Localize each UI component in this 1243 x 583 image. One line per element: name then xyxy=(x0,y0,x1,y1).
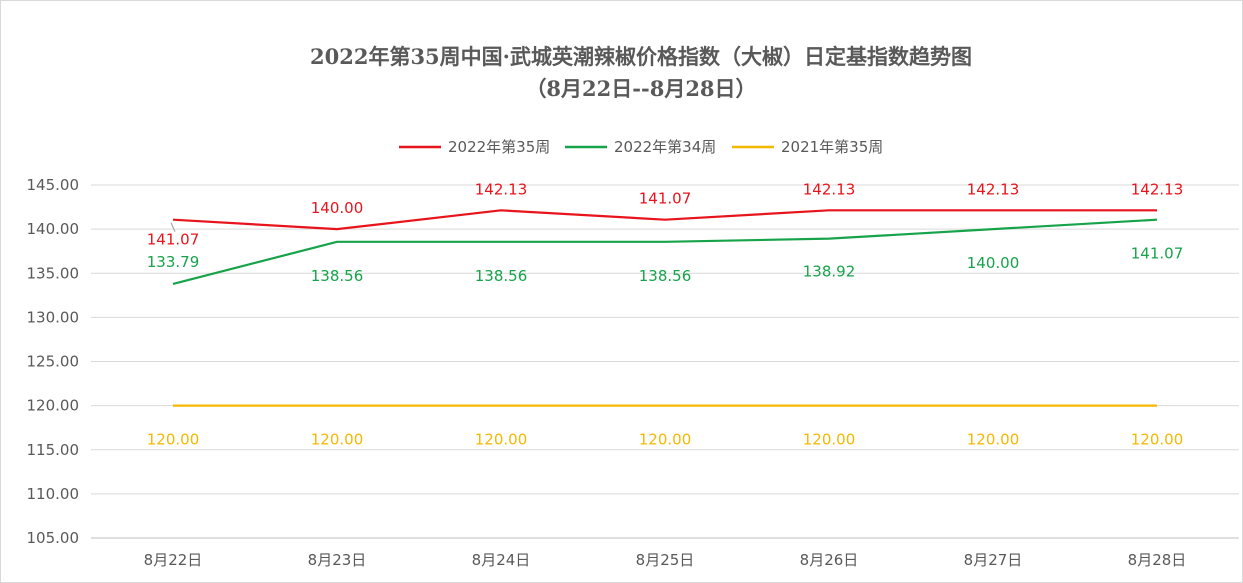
y-tick-label: 125.00 xyxy=(27,353,80,371)
data-label: 120.00 xyxy=(967,431,1020,449)
legend-label: 2021年第35周 xyxy=(781,138,883,156)
y-tick-label: 120.00 xyxy=(27,397,80,415)
data-label: 138.56 xyxy=(639,267,692,285)
chart-title: 2022年第35周中国·武城英潮辣椒价格指数（大椒）日定基指数趋势图 xyxy=(310,44,972,69)
data-label: 120.00 xyxy=(803,431,856,449)
data-label: 120.00 xyxy=(311,431,364,449)
data-label: 120.00 xyxy=(147,431,200,449)
x-tick-label: 8月28日 xyxy=(1128,551,1187,569)
data-label: 138.56 xyxy=(475,267,528,285)
data-label: 133.79 xyxy=(147,253,200,271)
x-tick-label: 8月22日 xyxy=(144,551,203,569)
data-label: 141.07 xyxy=(1131,245,1184,263)
legend-label: 2022年第34周 xyxy=(614,138,716,156)
y-tick-label: 130.00 xyxy=(27,308,80,326)
chart-frame: 2022年第35周中国·武城英潮辣椒价格指数（大椒）日定基指数趋势图 （8月22… xyxy=(0,0,1243,583)
x-tick-label: 8月24日 xyxy=(472,551,531,569)
y-tick-label: 140.00 xyxy=(27,220,80,238)
chart-subtitle: （8月22日--8月28日） xyxy=(525,76,756,101)
x-tick-label: 8月26日 xyxy=(800,551,859,569)
y-tick-label: 145.00 xyxy=(27,176,80,194)
y-axis: 105.00 110.00 115.00 120.00 125.00 130.00 135.… xyxy=(27,176,80,547)
data-label: 138.56 xyxy=(311,267,364,285)
data-label: 141.07 xyxy=(639,190,692,208)
data-label: 142.13 xyxy=(1131,180,1184,198)
data-label: 140.00 xyxy=(967,254,1020,272)
x-axis: 8月22日 8月23日 8月24日 8月25日 8月26日 8月27日 8月28日 xyxy=(144,551,1187,569)
data-label: 142.13 xyxy=(967,180,1020,198)
data-label: 120.00 xyxy=(475,431,528,449)
data-label: 142.13 xyxy=(475,180,528,198)
y-tick-label: 110.00 xyxy=(27,485,80,503)
data-label: 138.92 xyxy=(803,263,856,281)
x-tick-label: 8月25日 xyxy=(636,551,695,569)
legend: 2022年第35周 2022年第34周 2021年第35周 xyxy=(399,138,883,156)
x-tick-label: 8月23日 xyxy=(308,551,367,569)
x-tick-label: 8月27日 xyxy=(964,551,1023,569)
data-label: 120.00 xyxy=(1131,431,1184,449)
y-tick-label: 105.00 xyxy=(27,529,80,547)
line-chart: 2022年第35周中国·武城英潮辣椒价格指数（大椒）日定基指数趋势图 （8月22… xyxy=(27,44,1239,569)
gridlines xyxy=(91,184,1239,539)
y-tick-label: 115.00 xyxy=(27,441,80,459)
data-label: 142.13 xyxy=(803,180,856,198)
y-tick-label: 135.00 xyxy=(27,264,80,282)
legend-label: 2022年第35周 xyxy=(448,138,550,156)
series-lines xyxy=(172,209,1158,407)
data-label: 140.00 xyxy=(311,199,364,217)
data-label: 141.07 xyxy=(147,231,200,249)
data-label: 120.00 xyxy=(639,431,692,449)
